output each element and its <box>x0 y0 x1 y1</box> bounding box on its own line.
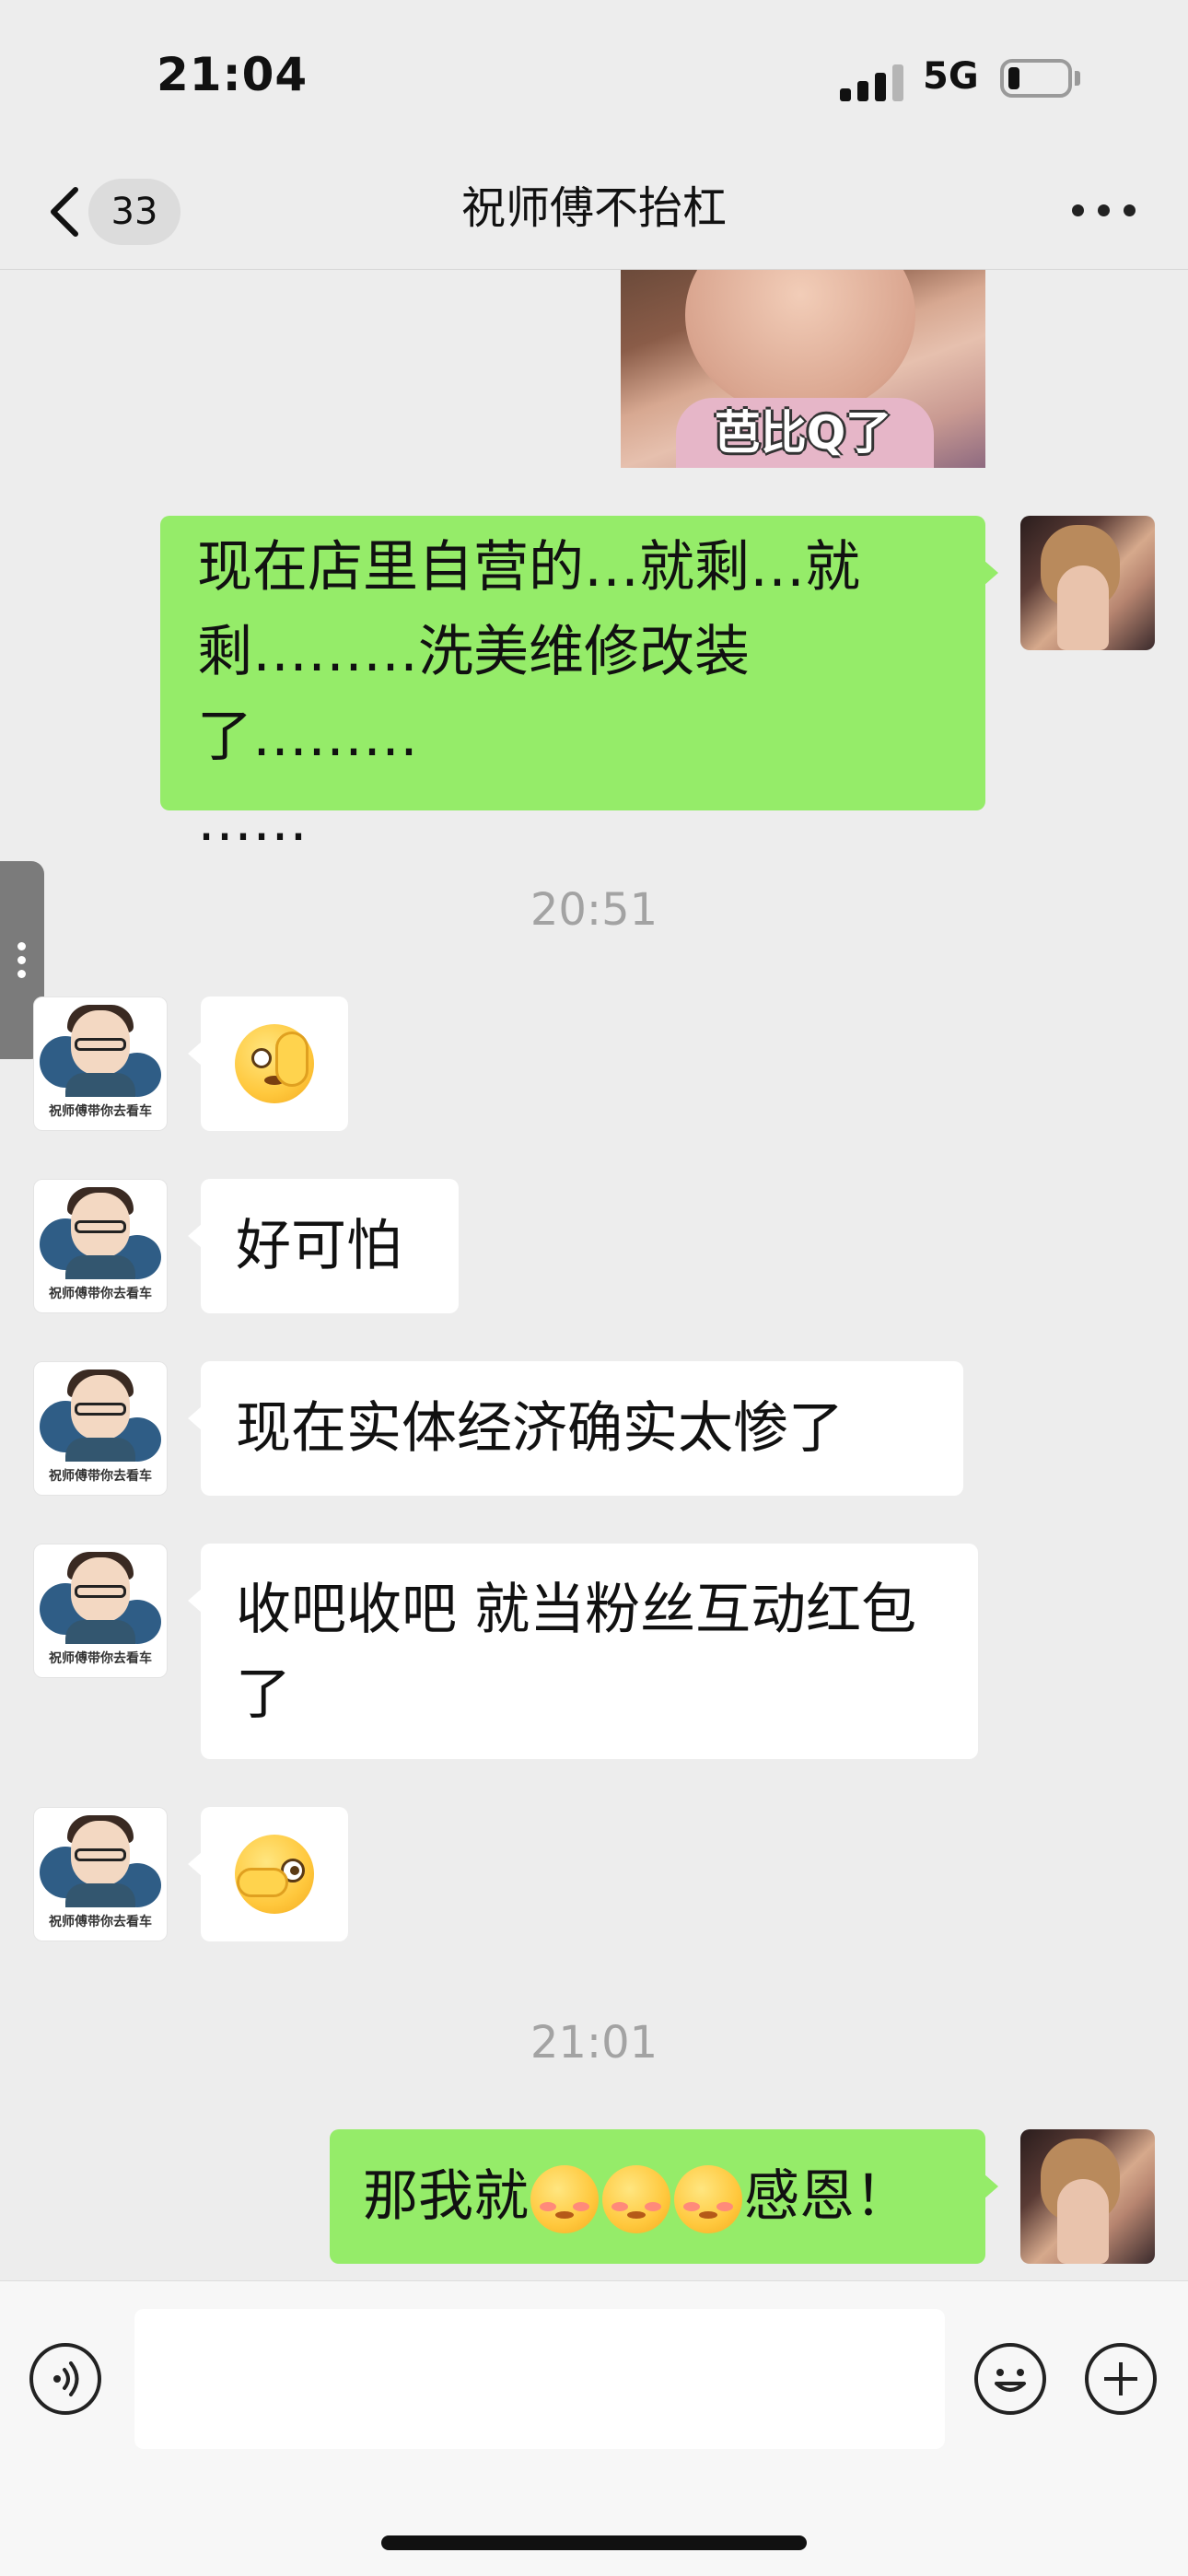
sticker-character-face <box>685 269 915 416</box>
message-input[interactable] <box>134 2309 945 2449</box>
home-indicator[interactable] <box>381 2535 807 2550</box>
shy-blush-emoji-icon <box>530 2165 599 2234</box>
avatar-label: 祝师傅带你去看车 <box>49 1915 152 1929</box>
their-message-bubble[interactable] <box>188 1807 348 1941</box>
avatar-label: 祝师傅带你去看车 <box>49 1287 152 1301</box>
message-text: 好可怕 <box>236 1214 402 1278</box>
contact-avatar[interactable]: 祝师傅带你去看车 <box>33 1361 168 1496</box>
salute-emoji-icon <box>235 1024 314 1103</box>
chat-header: 33 祝师傅不抬杠 <box>0 166 1188 270</box>
cellular-signal-icon <box>840 61 904 101</box>
add-icon[interactable] <box>1085 2343 1157 2415</box>
message-text-suffix: 感恩！ <box>744 2164 910 2229</box>
message-text: 现在实体经济确实太惨了 <box>236 1396 844 1461</box>
message-text-prefix: 那我就 <box>363 2164 529 2229</box>
my-message-bubble[interactable]: 那我就 感恩！ <box>330 2129 998 2264</box>
emoji-icon[interactable] <box>974 2343 1046 2415</box>
sticker-image[interactable]: 芭比Q了 <box>621 269 985 468</box>
contact-avatar[interactable]: 祝师傅带你去看车 <box>33 1544 168 1678</box>
more-dots-icon[interactable] <box>1072 201 1136 219</box>
network-type: 5G <box>923 55 979 98</box>
shy-blush-emoji-icon <box>674 2165 742 2234</box>
avatar-label: 祝师傅带你去看车 <box>49 1104 152 1119</box>
message-text-tail: …… <box>197 789 308 854</box>
timestamp: 20:51 <box>530 884 658 936</box>
their-message-bubble[interactable]: 收吧收吧 就当粉丝互动红包了 <box>188 1544 978 1759</box>
shy-blush-emoji-icon <box>602 2165 670 2234</box>
timestamp: 21:01 <box>530 2017 658 2069</box>
chat-input-bar <box>0 2280 1188 2576</box>
facepalm-peek-emoji-icon <box>235 1835 314 1914</box>
message-text: 收吧收吧 就当粉丝互动红包了 <box>236 1578 917 1727</box>
message-text: 现在店里自营的…就剩…就剩………洗美维修改装了……… <box>197 535 860 769</box>
my-avatar[interactable] <box>1020 2129 1155 2264</box>
contact-avatar[interactable]: 祝师傅带你去看车 <box>33 997 168 1131</box>
chevron-left-icon[interactable] <box>46 186 83 238</box>
voice-icon[interactable] <box>29 2343 101 2415</box>
their-message-bubble[interactable]: 好可怕 <box>188 1179 459 1313</box>
sticker-caption: 芭比Q了 <box>714 406 892 460</box>
my-avatar[interactable] <box>1020 516 1155 650</box>
contact-avatar[interactable]: 祝师傅带你去看车 <box>33 1179 168 1313</box>
their-message-bubble[interactable] <box>188 997 348 1131</box>
battery-cap <box>1075 71 1080 86</box>
their-message-bubble[interactable]: 现在实体经济确实太惨了 <box>188 1361 963 1496</box>
battery-icon <box>1000 59 1072 98</box>
contact-avatar[interactable]: 祝师傅带你去看车 <box>33 1807 168 1941</box>
avatar-label: 祝师傅带你去看车 <box>49 1651 152 1666</box>
status-time: 21:04 <box>157 48 309 101</box>
unread-count-badge[interactable]: 33 <box>88 179 181 245</box>
avatar-label: 祝师傅带你去看车 <box>49 1469 152 1484</box>
my-message-bubble[interactable]: 现在店里自营的…就剩…就剩………洗美维修改装了……… …… <box>160 516 998 854</box>
